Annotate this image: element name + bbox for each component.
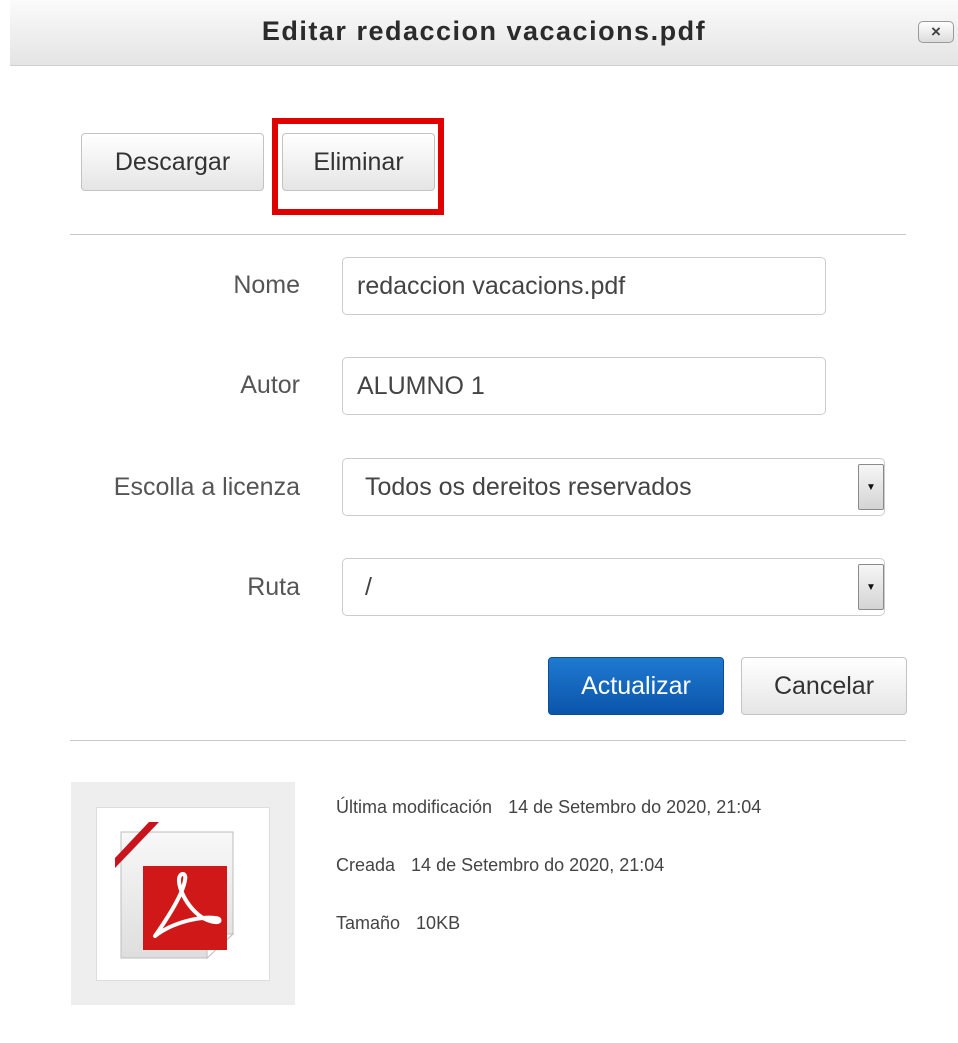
path-select-value: / xyxy=(365,572,372,601)
dialog-header: Editar redaccion vacacions.pdf xyxy=(10,0,958,66)
pdf-file-icon xyxy=(115,822,235,960)
file-thumbnail-frame xyxy=(96,807,270,981)
path-label: Ruta xyxy=(247,573,300,601)
modified-info: Última modificación 14 de Setembro do 202… xyxy=(336,797,761,818)
chevron-down-icon[interactable]: ▼ xyxy=(858,464,884,510)
name-label: Nome xyxy=(233,271,300,299)
created-label: Creada xyxy=(336,855,396,875)
modified-value: 14 de Setembro do 2020, 21:04 xyxy=(508,797,762,817)
size-label: Tamaño xyxy=(336,913,401,933)
name-field[interactable]: redaccion vacacions.pdf xyxy=(342,257,826,315)
close-icon: × xyxy=(931,22,941,41)
divider-bottom xyxy=(70,740,906,741)
license-label: Escolla a licenza xyxy=(113,473,300,501)
author-label: Autor xyxy=(240,371,300,399)
file-thumbnail xyxy=(71,782,295,1005)
created-value: 14 de Setembro do 2020, 21:04 xyxy=(411,855,665,875)
highlight-annotation xyxy=(272,118,444,215)
divider-top xyxy=(70,234,906,235)
name-field-value: redaccion vacacions.pdf xyxy=(357,271,626,300)
path-select[interactable]: / ▼ xyxy=(342,558,885,616)
modified-label: Última modificación xyxy=(336,797,493,817)
dialog-title: Editar redaccion vacacions.pdf xyxy=(261,16,707,46)
update-button[interactable]: Actualizar xyxy=(548,657,724,715)
download-button[interactable]: Descargar xyxy=(81,133,264,191)
size-value: 10KB xyxy=(416,913,461,933)
cancel-button[interactable]: Cancelar xyxy=(741,657,907,715)
license-select-value: Todos os dereitos reservados xyxy=(365,472,692,501)
author-field-value: ALUMNO 1 xyxy=(357,371,485,400)
author-field[interactable]: ALUMNO 1 xyxy=(342,357,826,415)
created-info: Creada 14 de Setembro do 2020, 21:04 xyxy=(336,855,664,876)
chevron-down-icon[interactable]: ▼ xyxy=(858,564,884,610)
close-button[interactable]: × xyxy=(918,21,954,43)
size-info: Tamaño 10KB xyxy=(336,913,460,934)
license-select[interactable]: Todos os dereitos reservados ▼ xyxy=(342,458,885,516)
